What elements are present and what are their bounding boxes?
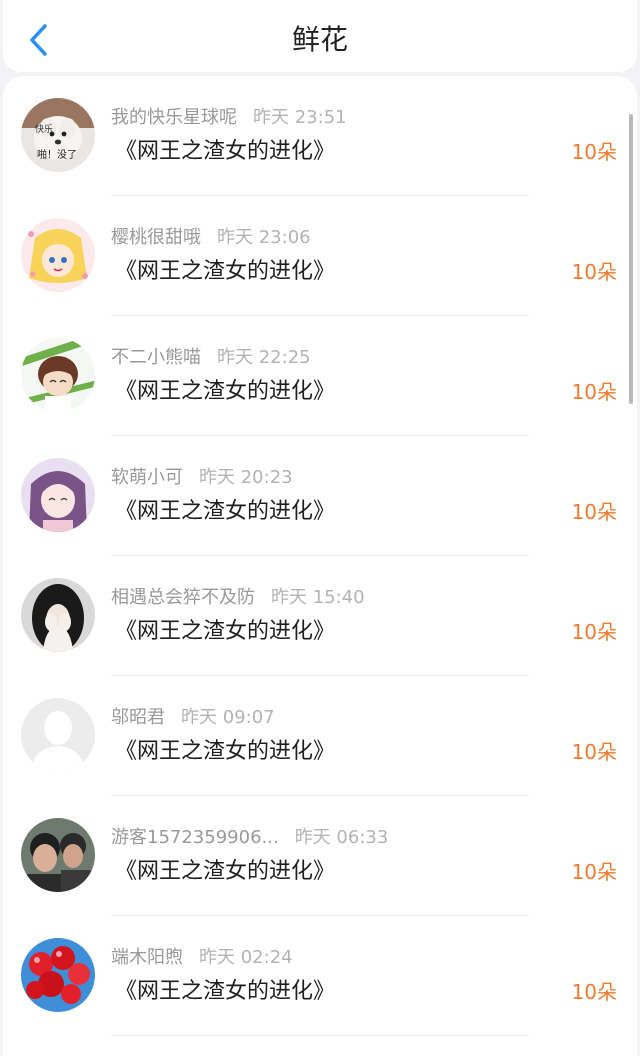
- item-meta: 樱桃很甜哦 昨天 23:06: [111, 224, 311, 252]
- timestamp: 昨天 22:25: [217, 347, 311, 368]
- flower-count: 10朵: [571, 740, 617, 764]
- avatar[interactable]: [21, 938, 95, 1012]
- svg-text:啪！没了: 啪！没了: [37, 148, 77, 161]
- flower-count: 10朵: [571, 140, 617, 164]
- flower-count: 10朵: [571, 620, 617, 644]
- item-meta: 端木阳煦 昨天 02:24: [111, 944, 293, 972]
- avatar[interactable]: [21, 338, 95, 412]
- book-title[interactable]: 《网王之渣女的进化》: [115, 374, 335, 410]
- username[interactable]: 游客1572359906...: [111, 827, 279, 848]
- username[interactable]: 相遇总会猝不及防: [111, 587, 255, 608]
- scrollbar[interactable]: [629, 114, 633, 404]
- list-item[interactable]: 相遇总会猝不及防 昨天 15:40 《网王之渣女的进化》 10朵: [3, 556, 637, 676]
- list-item[interactable]: 不二小熊喵 昨天 22:25 《网王之渣女的进化》 10朵: [3, 316, 637, 436]
- flower-count: 10朵: [571, 980, 617, 1004]
- username[interactable]: 软萌小可: [111, 467, 183, 488]
- username[interactable]: 樱桃很甜哦: [111, 227, 201, 248]
- timestamp: 昨天 02:24: [199, 947, 293, 968]
- flower-count: 10朵: [571, 500, 617, 524]
- flower-count: 10朵: [571, 860, 617, 884]
- flower-list[interactable]: 快乐 啪！没了 我的快乐星球呢昨天 23:51 《网王之渣女的进化》 10朵: [3, 76, 637, 1056]
- item-meta: 不二小熊喵 昨天 22:25: [111, 344, 311, 372]
- timestamp: 昨天 20:23: [199, 467, 293, 488]
- username[interactable]: 邬昭君: [111, 707, 165, 728]
- item-meta: 游客1572359906... 昨天 06:33: [111, 824, 388, 852]
- svg-text:快乐: 快乐: [35, 123, 53, 135]
- list-item[interactable]: 游客1572359906... 昨天 06:33 《网王之渣女的进化》 10朵: [3, 796, 637, 916]
- book-title[interactable]: 《网王之渣女的进化》: [115, 254, 335, 290]
- item-meta: 邬昭君 昨天 09:07: [111, 704, 275, 732]
- avatar[interactable]: [21, 698, 95, 772]
- username[interactable]: 不二小熊喵: [111, 347, 201, 368]
- book-title[interactable]: 《网王之渣女的进化》: [115, 494, 335, 530]
- flower-count: 10朵: [571, 260, 617, 284]
- avatar[interactable]: [21, 218, 95, 292]
- list-item[interactable]: 快乐 啪！没了 我的快乐星球呢 昨天 23:51 《网王之渣女的进化》 10朵: [3, 76, 637, 196]
- book-title[interactable]: 《网王之渣女的进化》: [115, 614, 335, 650]
- item-meta: 相遇总会猝不及防 昨天 15:40: [111, 584, 365, 612]
- avatar[interactable]: [21, 578, 95, 652]
- item-meta: 软萌小可 昨天 20:23: [111, 464, 293, 492]
- timestamp: 昨天 06:33: [294, 827, 389, 848]
- username[interactable]: 我的快乐星球呢: [111, 107, 237, 128]
- divider: [111, 1035, 529, 1036]
- item-meta: 我的快乐星球呢 昨天 23:51: [111, 104, 347, 132]
- book-title[interactable]: 《网王之渣女的进化》: [115, 854, 335, 890]
- avatar[interactable]: 快乐 啪！没了: [21, 98, 95, 172]
- flower-count: 10朵: [571, 380, 617, 404]
- avatar[interactable]: [21, 458, 95, 532]
- timestamp: 昨天 09:07: [181, 707, 275, 728]
- book-title[interactable]: 《网王之渣女的进化》: [115, 134, 335, 170]
- timestamp: 昨天 15:40: [271, 587, 365, 608]
- header-bar: 鲜花: [3, 0, 637, 72]
- timestamp: 昨天 23:06: [217, 227, 311, 248]
- page-title: 鲜花: [291, 23, 348, 56]
- list-item[interactable]: 樱桃很甜哦 昨天 23:06 《网王之渣女的进化》 10朵: [3, 196, 637, 316]
- list-item[interactable]: 邬昭君 昨天 09:07 《网王之渣女的进化》 10朵: [3, 676, 637, 796]
- timestamp: 昨天 23:51: [253, 107, 347, 128]
- book-title[interactable]: 《网王之渣女的进化》: [115, 974, 335, 1010]
- username[interactable]: 端木阳煦: [111, 947, 183, 968]
- list-item[interactable]: 端木阳煦 昨天 02:24 《网王之渣女的进化》 10朵: [3, 916, 637, 1036]
- list-item[interactable]: 软萌小可 昨天 20:23 《网王之渣女的进化》 10朵: [3, 436, 637, 556]
- avatar[interactable]: [21, 818, 95, 892]
- book-title[interactable]: 《网王之渣女的进化》: [115, 734, 335, 770]
